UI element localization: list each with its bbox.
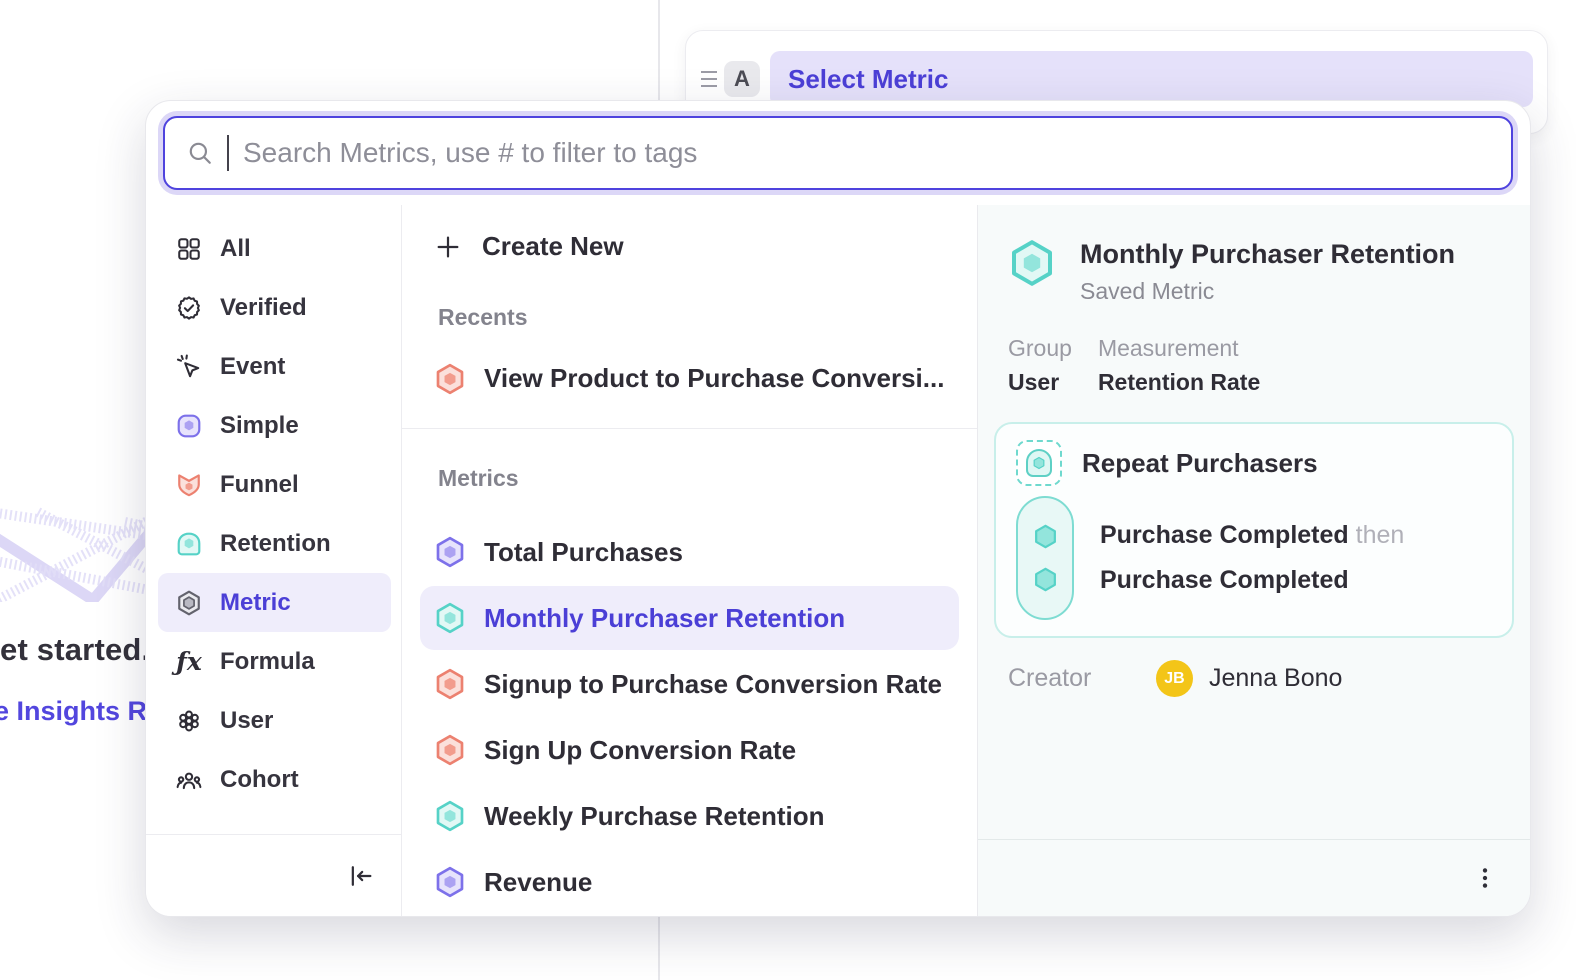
metric-item-label: Sign Up Conversion Rate <box>484 735 796 766</box>
definition-step-1: Purchase Completed then <box>1100 521 1404 550</box>
group-label: Group <box>1008 335 1072 362</box>
formula-fx-icon: ƒx <box>176 649 202 675</box>
list-divider <box>402 428 977 429</box>
search-bar[interactable] <box>163 116 1513 190</box>
detail-title: Monthly Purchaser Retention <box>1080 239 1455 270</box>
sidebar-item-retention[interactable]: Retention <box>158 514 391 573</box>
funnel-icon <box>176 472 202 498</box>
sidebar-item-simple[interactable]: Simple <box>158 396 391 455</box>
measurement-meta: Measurement Retention Rate <box>1098 335 1260 396</box>
retention-metric-icon <box>1008 239 1056 287</box>
event-sequence-capsule <box>1016 496 1074 620</box>
sidebar-item-funnel[interactable]: Funnel <box>158 455 391 514</box>
retention-metric-icon <box>434 602 466 634</box>
metric-item-total-purchases[interactable]: Total Purchases <box>420 520 959 584</box>
metric-hexagon-icon <box>176 590 202 616</box>
retention-icon <box>176 531 202 557</box>
simple-metric-icon <box>434 866 466 898</box>
cursor-click-icon <box>176 354 202 380</box>
metric-item-signup-to-purchase-conversion-rate[interactable]: Signup to Purchase Conversion Rate <box>420 652 959 716</box>
sidebar-item-label: User <box>220 707 273 735</box>
search-input[interactable] <box>243 137 1489 169</box>
retention-metric-icon <box>434 800 466 832</box>
event-hexagon-icon <box>1032 523 1059 550</box>
definition-step-2: Purchase Completed <box>1100 566 1404 595</box>
creator-name: Jenna Bono <box>1209 664 1342 693</box>
recents-section-label: Recents <box>438 304 977 331</box>
metric-list-column: Create New Recents View Product to Purch… <box>402 205 977 916</box>
definition-title: Repeat Purchasers <box>1082 448 1318 479</box>
sidebar-item-label: Retention <box>220 530 331 558</box>
select-metric-dropdown[interactable]: Select Metric <box>770 51 1533 107</box>
sidebar-item-formula[interactable]: ƒx Formula <box>158 632 391 691</box>
simple-metric-icon <box>434 536 466 568</box>
event-hexagon-icon <box>1032 566 1059 593</box>
sidebar-item-metric[interactable]: Metric <box>158 573 391 632</box>
sidebar-item-user[interactable]: User <box>158 691 391 750</box>
sidebar-item-label: Verified <box>220 294 307 322</box>
metric-picker-modal: All Verified Event <box>145 100 1531 917</box>
simple-metric-icon <box>176 413 202 439</box>
sidebar-footer <box>146 834 401 916</box>
sidebar-item-label: Formula <box>220 648 315 676</box>
group-value: User <box>1008 369 1072 396</box>
metric-detail-panel: Monthly Purchaser Retention Saved Metric… <box>977 205 1530 916</box>
metric-item-weekly-purchase-retention[interactable]: Weekly Purchase Retention <box>420 784 959 848</box>
creator-label: Creator <box>1008 664 1156 693</box>
sidebar-item-label: Metric <box>220 589 291 617</box>
sidebar-item-label: Funnel <box>220 471 299 499</box>
grid-icon <box>176 236 202 262</box>
metric-item-label: Monthly Purchaser Retention <box>484 603 845 634</box>
metric-item-label: Revenue <box>484 867 592 898</box>
creator-avatar: JB <box>1156 660 1193 697</box>
metric-item-label: Total Purchases <box>484 537 683 568</box>
search-icon <box>187 140 213 166</box>
sidebar-item-verified[interactable]: Verified <box>158 278 391 337</box>
background-insights-report-link[interactable]: e Insights Re <box>0 696 162 727</box>
detail-subtitle: Saved Metric <box>1080 278 1455 305</box>
cohort-definition-icon <box>1016 440 1062 486</box>
cohort-people-icon <box>176 767 202 793</box>
kebab-menu-icon[interactable] <box>1472 865 1498 891</box>
metric-definition-card: Repeat Purchasers Purchase Completed the… <box>994 422 1514 638</box>
metrics-section-label: Metrics <box>438 465 977 492</box>
creator-row: Creator JB Jenna Bono <box>1008 660 1500 697</box>
sidebar-item-label: Cohort <box>220 766 299 794</box>
metric-item-revenue[interactable]: Revenue <box>420 850 959 914</box>
metric-item-sign-up-conversion-rate[interactable]: Sign Up Conversion Rate <box>420 718 959 782</box>
metric-item-label: Signup to Purchase Conversion Rate <box>484 669 942 700</box>
sidebar-item-cohort[interactable]: Cohort <box>158 750 391 809</box>
metric-item-monthly-purchaser-retention[interactable]: Monthly Purchaser Retention <box>420 586 959 650</box>
sidebar-item-all[interactable]: All <box>158 219 391 278</box>
verified-seal-icon <box>176 295 202 321</box>
group-meta: Group User <box>1008 335 1072 396</box>
sidebar-item-event[interactable]: Event <box>158 337 391 396</box>
sidebar-item-label: Event <box>220 353 285 381</box>
step-connector: then <box>1356 521 1405 549</box>
recent-metric-label: View Product to Purchase Conversi... <box>484 363 944 394</box>
sidebar-item-label: Simple <box>220 412 299 440</box>
measurement-label: Measurement <box>1098 335 1260 362</box>
category-sidebar: All Verified Event <box>146 205 402 916</box>
funnel-metric-icon <box>434 363 466 395</box>
drag-handle-icon[interactable] <box>696 59 722 99</box>
sidebar-item-label: All <box>220 235 251 263</box>
metric-row-letter-badge: A <box>724 61 760 97</box>
hexagon-icon <box>1032 456 1046 470</box>
measurement-value: Retention Rate <box>1098 369 1260 396</box>
plus-icon <box>434 233 462 261</box>
recent-metric-item[interactable]: View Product to Purchase Conversi... <box>420 355 959 402</box>
funnel-metric-icon <box>434 668 466 700</box>
create-new-button[interactable]: Create New <box>434 225 977 268</box>
funnel-metric-icon <box>434 734 466 766</box>
collapse-left-icon[interactable] <box>347 862 375 890</box>
detail-footer <box>978 839 1530 916</box>
text-cursor <box>227 135 229 171</box>
user-cluster-icon <box>176 708 202 734</box>
create-new-label: Create New <box>482 231 624 262</box>
metric-item-label: Weekly Purchase Retention <box>484 801 825 832</box>
background-headline-fragment: et started. <box>0 632 150 668</box>
